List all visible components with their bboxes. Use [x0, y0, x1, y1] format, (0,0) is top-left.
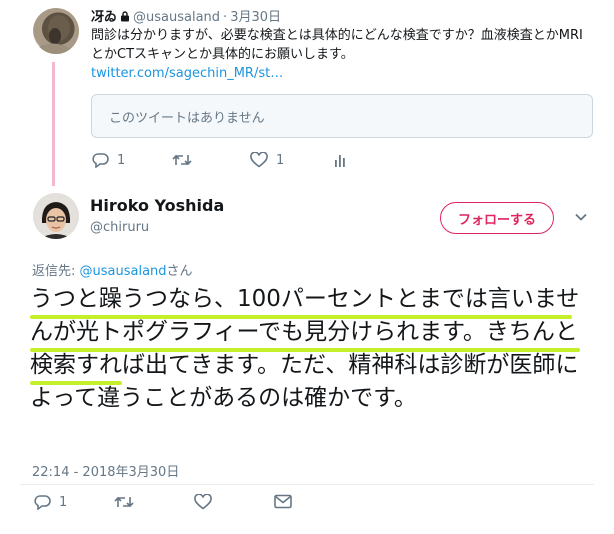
analytics-icon [335, 155, 345, 167]
replying-to-prefix: 返信先: [32, 264, 80, 279]
reply-avatar[interactable] [33, 8, 79, 54]
main-reply-action[interactable]: 1 [34, 494, 67, 510]
reply-author-name[interactable]: 冴ゐ [91, 10, 117, 25]
reply-date[interactable]: 3月30日 [230, 10, 281, 25]
follow-button[interactable]: フォローする [440, 202, 554, 234]
divider [20, 484, 594, 485]
reply-author-handle[interactable]: @usausaland [133, 10, 220, 25]
reply-icon [92, 153, 109, 168]
like-icon [250, 152, 268, 168]
main-like-action[interactable] [194, 494, 212, 510]
main-message-action[interactable] [274, 494, 292, 509]
main-author-handle[interactable]: @chiruru [90, 220, 149, 235]
replying-to-mention[interactable]: @usausaland [80, 264, 167, 279]
lock-icon [121, 11, 130, 22]
reply-text: 問診は分かりますが、必要な検査とは具体的にどんな検査ですか？血液検査とかMRIと… [91, 28, 583, 62]
reply-action[interactable]: 1 [92, 152, 125, 168]
quoted-tweet-unavailable: このツイートはありません [91, 94, 593, 138]
reply-icon [34, 495, 51, 510]
message-icon [274, 494, 292, 509]
like-action[interactable]: 1 [250, 152, 284, 168]
reply-header: 冴ゐ @usausaland · 3月30日 [91, 6, 281, 25]
reply-tweet[interactable]: 冴ゐ @usausaland · 3月30日 問診は分かりますが、必要な検査とは具体的… [0, 0, 614, 190]
reply-link[interactable]: twitter.com/sagechin_MR/st… [91, 66, 283, 81]
main-avatar[interactable] [33, 193, 79, 239]
retweet-icon [114, 496, 134, 508]
reply-count: 1 [117, 152, 126, 168]
like-count: 1 [276, 152, 285, 168]
replying-to: 返信先: @usausalandさん [32, 260, 193, 279]
analytics-action[interactable] [333, 152, 347, 168]
separator-dot: · [223, 10, 228, 25]
retweet-icon [172, 154, 192, 166]
like-icon [194, 494, 212, 510]
retweet-action[interactable] [172, 152, 192, 168]
caret-down-icon[interactable] [574, 210, 588, 224]
replying-to-suffix: さん [166, 264, 193, 279]
main-author-name[interactable]: Hiroko Yoshida [90, 196, 224, 215]
tweet-timestamp[interactable]: 22:14 - 2018年3月30日 [32, 461, 179, 480]
main-retweet-action[interactable] [114, 494, 134, 510]
quoted-unavailable-text: このツイートはありません [109, 111, 265, 126]
main-tweet-text: うつと躁うつなら、100パーセントとまでは言いませんが光トポグラフィーでも見分け… [30, 286, 580, 411]
main-reply-count: 1 [59, 494, 68, 510]
